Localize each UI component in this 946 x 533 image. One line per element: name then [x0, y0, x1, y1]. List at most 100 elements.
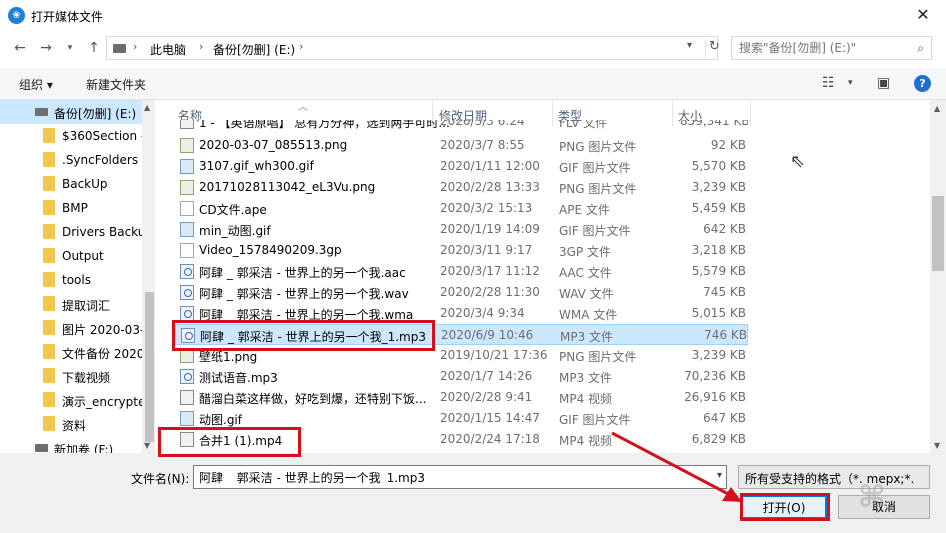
file-name: 动图.gif	[199, 413, 242, 427]
file-list: 名称 ︿ 修改日期 类型 大小 1 - 【英语原唱】 总有万分神，选到两手可时.…	[170, 100, 930, 453]
file-row[interactable]: 测试语音.mp3 2020/1/7 14:26 MP3 文件 70,236 KB	[175, 366, 748, 387]
video-file-icon	[180, 390, 194, 405]
document-file-icon	[180, 201, 194, 216]
breadcrumb-separator-icon[interactable]: ›	[133, 40, 137, 53]
file-name: Video_1578490209.3gp	[199, 243, 342, 257]
preview-pane-icon[interactable]: ▣	[877, 75, 890, 91]
sidebar-item-label: .SyncFolders I	[62, 153, 142, 167]
file-date: 2019/10/21 17:36	[440, 348, 548, 362]
sidebar-item-folder[interactable]: .SyncFolders I	[0, 148, 142, 172]
file-list-scroll-thumb[interactable]	[932, 196, 944, 271]
sidebar-item-label: 新加卷 (F:)	[54, 443, 114, 453]
file-row[interactable]: Video_1578490209.3gp 2020/3/11 9:17 3GP 文件…	[175, 240, 748, 261]
file-type: MP3 文件	[559, 371, 613, 385]
file-name: 2020-03-07_085513.png	[199, 138, 348, 152]
folder-icon	[43, 224, 55, 239]
address-dropdown-icon[interactable]: ▾	[687, 40, 692, 51]
refresh-icon[interactable]: ↻	[705, 39, 720, 59]
file-date: 2020/3/11 9:17	[440, 243, 533, 257]
file-size: 859,341 KB	[680, 120, 748, 128]
filename-combobox[interactable]: ▾	[193, 465, 727, 489]
sidebar-item-label: Drivers Backu	[62, 225, 142, 239]
breadcrumb-drive-e[interactable]: 备份[勿删] (E:)	[213, 41, 295, 58]
up-arrow-icon[interactable]: ↑	[84, 38, 104, 58]
file-row[interactable]: 2020-03-07_085513.png 2020/3/7 8:55 PNG 图片…	[175, 135, 748, 156]
sidebar-item-folder[interactable]: 资料	[0, 412, 142, 436]
column-divider[interactable]	[750, 100, 751, 126]
search-input[interactable]	[739, 41, 904, 55]
view-dropdown-icon[interactable]: ▾	[848, 78, 853, 88]
file-list-scrollbar[interactable]	[930, 100, 946, 453]
file-size: 5,579 KB	[691, 264, 746, 278]
new-folder-button[interactable]: 新建文件夹	[86, 76, 146, 93]
sidebar-item-folder[interactable]: 图片 2020-03-	[0, 316, 142, 340]
back-arrow-icon[interactable]: ←	[10, 38, 30, 58]
sort-caret-icon: ︿	[298, 102, 308, 113]
scroll-down-arrow-icon[interactable]: ▼	[144, 441, 150, 450]
file-type: PNG 图片文件	[559, 182, 637, 196]
file-size: 3,218 KB	[691, 243, 746, 257]
folder-icon	[43, 320, 55, 335]
sidebar-item-folder[interactable]: BackUp	[0, 172, 142, 196]
file-date: 2020/1/11 12:00	[440, 159, 540, 173]
sidebar-item-folder[interactable]: 演示_encrypte	[0, 388, 142, 412]
help-icon[interactable]: ?	[914, 75, 931, 92]
file-row[interactable]: 阿肆 _ 郭采洁 - 世界上的另一个我.aac 2020/3/17 11:12 AA…	[175, 261, 748, 282]
file-date: 2020/2/28 9:41	[440, 390, 533, 404]
file-size: 3,239 KB	[691, 348, 746, 362]
view-options-icon[interactable]: ☷	[822, 75, 835, 91]
file-row[interactable]: 20171028113042_eL3Vu.png 2020/2/28 13:33 P…	[175, 177, 748, 198]
file-size: 5,459 KB	[691, 201, 746, 215]
sidebar-item-folder[interactable]: tools	[0, 268, 142, 292]
sidebar-item-folder[interactable]: Drivers Backu	[0, 220, 142, 244]
sidebar-item-folder[interactable]: Output	[0, 244, 142, 268]
gif-file-icon	[180, 222, 194, 237]
sidebar-scroll-thumb[interactable]	[145, 292, 154, 442]
folder-icon	[43, 272, 55, 287]
close-icon[interactable]: ✕	[900, 0, 946, 30]
folder-icon	[43, 368, 55, 383]
sidebar-item-folder[interactable]: 文件备份 2020	[0, 340, 142, 364]
breadcrumb-separator-icon[interactable]: ›	[299, 40, 303, 53]
sidebar-item-label: 资料	[62, 419, 87, 433]
search-box[interactable]: ⌕	[731, 36, 932, 60]
file-row[interactable]: min_动图.gif 2020/1/19 14:09 GIF 图片文件 642 KB	[175, 219, 748, 240]
file-size: 3,239 KB	[691, 180, 746, 194]
file-row[interactable]: 阿肆 _ 郭采洁 - 世界上的另一个我.wav 2020/2/28 11:30 WA…	[175, 282, 748, 303]
recent-dropdown-icon[interactable]: ▾	[60, 38, 80, 58]
file-row[interactable]: 动图.gif 2020/1/15 14:47 GIF 图片文件 647 KB	[175, 408, 748, 429]
breadcrumb-this-pc[interactable]: 此电脑	[150, 41, 186, 58]
sidebar-item-drive-e[interactable]: 备份[勿删] (E:)	[0, 100, 142, 124]
chevron-down-icon[interactable]: ▾	[717, 470, 722, 481]
file-date: 2020/3/17 11:12	[440, 264, 540, 278]
scroll-up-arrow-icon[interactable]: ▲	[934, 104, 940, 113]
file-type: WAV 文件	[559, 287, 614, 301]
filename-input[interactable]	[199, 470, 704, 484]
address-bar[interactable]: › 此电脑 › 备份[勿删] (E:) › ▾ ↻	[106, 36, 720, 60]
sidebar-item-drive-f[interactable]: 新加卷 (F:)	[0, 436, 142, 453]
search-icon[interactable]: ⌕	[917, 41, 924, 56]
file-row[interactable]: 3107.gif_wh300.gif 2020/1/11 12:00 GIF 图片文…	[175, 156, 748, 177]
organize-button[interactable]: 组织 ▾	[19, 76, 53, 93]
folder-icon	[43, 176, 55, 191]
sidebar-item-folder[interactable]: BMP	[0, 196, 142, 220]
file-row[interactable]: 醋溜白菜这样做，好吃到爆，还特别下饭... 2020/2/28 9:41 MP4 视…	[175, 387, 748, 408]
sidebar-item-folder[interactable]: 提取词汇	[0, 292, 142, 316]
audio-file-icon	[180, 285, 194, 300]
breadcrumb-separator-icon[interactable]: ›	[199, 40, 203, 53]
file-type: PNG 图片文件	[559, 350, 637, 364]
file-date: 2020/6/9 10:46	[441, 328, 534, 342]
forward-arrow-icon[interactable]: →	[36, 38, 56, 58]
file-type: MP3 文件	[560, 330, 614, 344]
file-row[interactable]: 1 - 【英语原唱】 总有万分神，选到两手可时... 2020/3/3 6:24…	[175, 120, 748, 130]
sidebar-item-folder[interactable]: $360Section -	[0, 124, 142, 148]
file-row[interactable]: CD文件.ape 2020/3/2 15:13 APE 文件 5,459 KB	[175, 198, 748, 219]
sidebar-item-label: tools	[62, 273, 91, 287]
annotation-highlight-open-button	[740, 493, 830, 521]
file-name: 20171028113042_eL3Vu.png	[199, 180, 376, 194]
scroll-up-arrow-icon[interactable]: ▲	[144, 103, 150, 112]
file-size: 642 KB	[703, 222, 746, 236]
scroll-down-arrow-icon[interactable]: ▼	[934, 441, 940, 450]
sidebar-item-folder[interactable]: 下载视频	[0, 364, 142, 388]
file-date: 2020/1/15 14:47	[440, 411, 540, 425]
